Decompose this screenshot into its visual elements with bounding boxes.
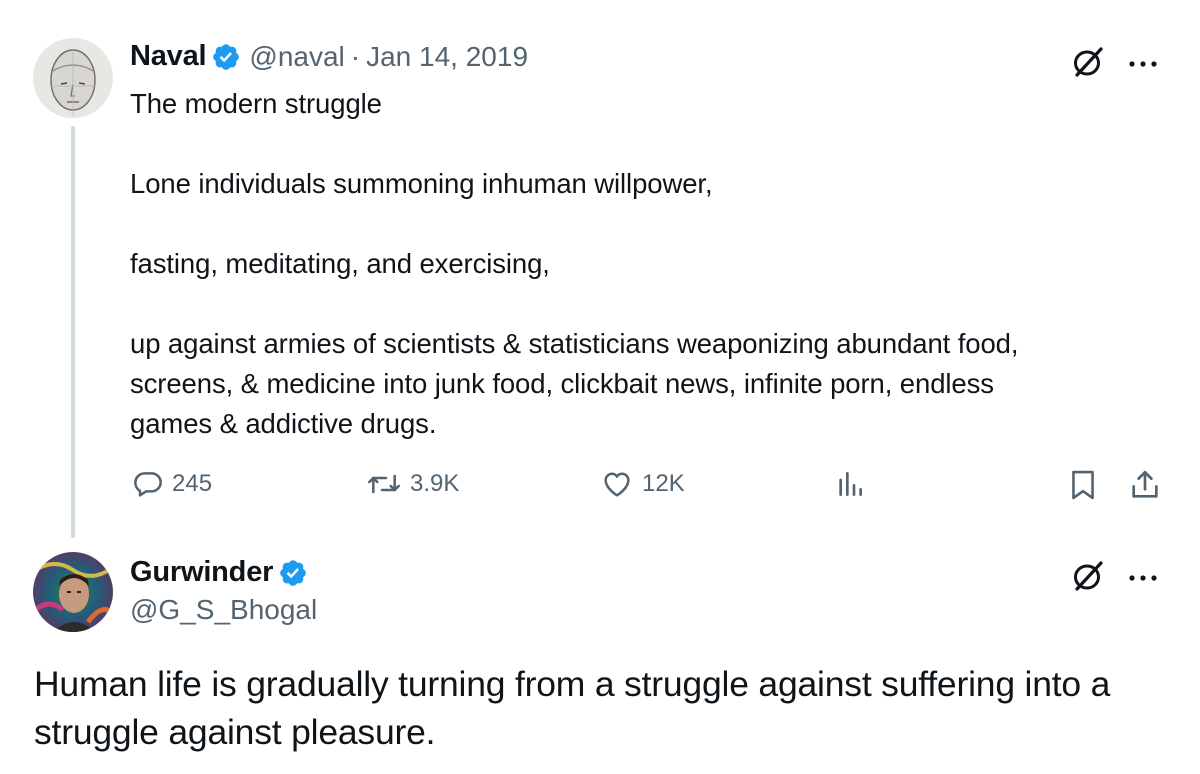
share-button[interactable]: [1128, 468, 1170, 502]
tweet-header: Naval @naval · Jan 14, 2019: [130, 40, 528, 73]
bookmark-button[interactable]: [1068, 468, 1106, 502]
reply-button[interactable]: 245: [132, 468, 212, 500]
repost-icon: [368, 474, 400, 494]
repost-count: 3.9K: [410, 470, 460, 497]
gurwinder-avatar[interactable]: [33, 552, 113, 632]
repost-button[interactable]: 3.9K: [366, 468, 459, 500]
tweet-corner-actions: [1070, 44, 1158, 85]
naval-avatar[interactable]: [33, 38, 113, 118]
tweet-line: screens, & medicine into junk food, clic…: [130, 368, 994, 399]
reply-author-name[interactable]: Gurwinder: [130, 556, 273, 589]
reply-bubble-icon: [134, 472, 162, 497]
reply-corner-actions: [1070, 558, 1158, 599]
author-handle[interactable]: @naval: [249, 41, 344, 73]
more-dots-icon[interactable]: [1128, 56, 1158, 74]
verified-badge-icon: [278, 558, 308, 588]
author-name[interactable]: Naval: [130, 40, 207, 73]
tweet-line: fasting, meditating, and exercising,: [130, 248, 550, 279]
tweet-line: The modern struggle: [130, 88, 382, 119]
bookmark-icon: [1072, 470, 1094, 500]
tweet-body: The modern struggle Lone individuals sum…: [130, 84, 1170, 444]
reply-body: Human life is gradually turning from a s…: [34, 660, 1164, 756]
views-bars-icon: [839, 472, 862, 496]
like-button[interactable]: 12K: [600, 468, 685, 500]
heart-icon: [604, 472, 630, 497]
grok-slash-icon[interactable]: [1070, 558, 1106, 599]
reply-author-handle[interactable]: @G_S_Bhogal: [130, 594, 317, 626]
verified-badge-icon: [211, 42, 241, 72]
views-button[interactable]: [834, 468, 874, 500]
reply-count: 245: [172, 470, 213, 497]
share-icon: [1132, 470, 1158, 498]
grok-slash-icon[interactable]: [1070, 44, 1106, 85]
more-dots-icon[interactable]: [1128, 570, 1158, 588]
tweet-date[interactable]: Jan 14, 2019: [366, 41, 528, 73]
tweet-line: up against armies of scientists & statis…: [130, 328, 1019, 359]
tweet-line: games & addictive drugs.: [130, 408, 437, 439]
reply-header: Gurwinder: [130, 556, 316, 589]
thread-connector-line: [71, 126, 75, 538]
like-count: 12K: [642, 470, 685, 497]
reply-line: Human life is gradually turning from a s…: [34, 664, 1111, 704]
header-separator: ·: [350, 40, 361, 72]
reply-line: struggle against pleasure.: [34, 712, 436, 752]
tweet-line: Lone individuals summoning inhuman willp…: [130, 168, 713, 199]
